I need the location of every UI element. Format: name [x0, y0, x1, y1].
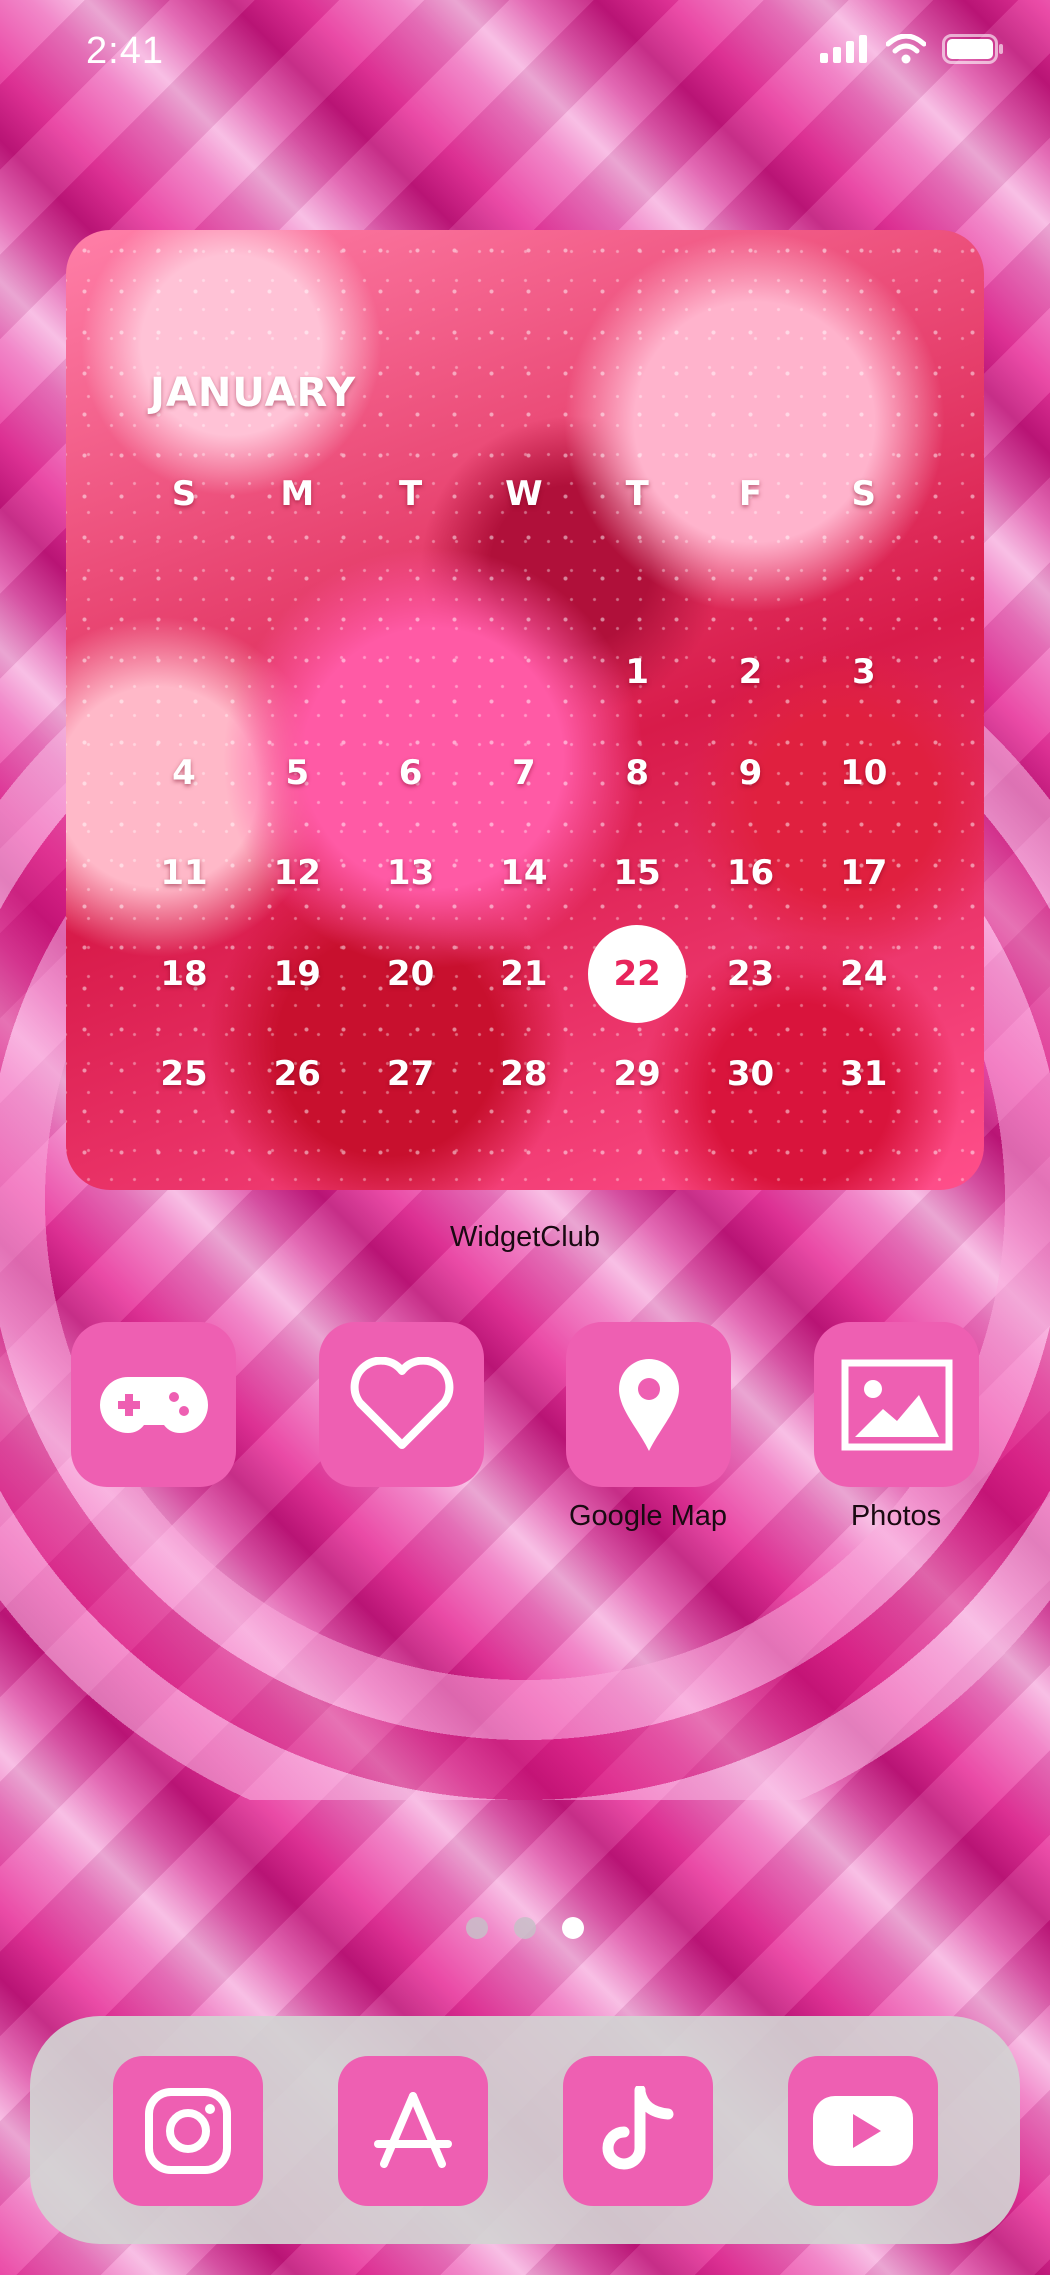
calendar-day: 11 [160, 853, 208, 893]
calendar-day: 8 [625, 752, 650, 793]
calendar-day: 24 [840, 953, 888, 994]
dock-app-store[interactable] [338, 2056, 488, 2206]
app-heart[interactable] [319, 1322, 484, 1487]
page-indicator[interactable] [0, 1917, 1050, 1939]
battery-icon [942, 34, 1003, 64]
clock-time: 2:41 [86, 30, 164, 72]
calendar-day: 13 [386, 853, 435, 893]
calendar-day: 26 [273, 1054, 321, 1094]
calendar-day: 31 [840, 1054, 888, 1094]
calendar-day: 17 [840, 853, 888, 893]
calendar-day: 12 [273, 853, 321, 893]
calendar-day: 3 [851, 652, 876, 692]
tiktok-icon [602, 2086, 674, 2170]
calendar-day: 5 [285, 752, 310, 793]
calendar-day: 14 [500, 853, 548, 893]
calendar-day: 28 [500, 1054, 548, 1094]
calendar-day: 19 [273, 953, 321, 994]
weekday-label: S [171, 474, 197, 514]
status-bar: 2:41 [0, 0, 1050, 110]
calendar-day: 9 [738, 752, 763, 793]
page-dot[interactable] [514, 1917, 536, 1939]
calendar-day: 23 [726, 953, 775, 994]
calendar-day-today: 22 [588, 924, 687, 1023]
page-dot[interactable] [466, 1917, 488, 1939]
calendar-day: 25 [160, 1054, 208, 1094]
youtube-icon [813, 2096, 913, 2166]
dock-app-youtube[interactable] [788, 2056, 938, 2206]
weekday-label: W [505, 474, 543, 514]
calendar-day: 2 [738, 652, 763, 692]
calendar-day: 21 [500, 953, 548, 994]
calendar-day: 27 [386, 1054, 435, 1094]
app-gamepad[interactable] [71, 1322, 236, 1487]
calendar-day: 10 [840, 752, 888, 793]
weekday-label: S [851, 474, 877, 514]
widget-label: WidgetClub [450, 1221, 600, 1253]
calendar-day: 1 [625, 652, 650, 692]
app-label-photos: Photos [850, 1500, 942, 1532]
calendar-widget[interactable]: JANUARY S M T W T F S 1 2 3 4 5 6 7 8 9 10 11 12 13 14 15 16 17… [66, 230, 984, 1190]
app-store-icon [374, 2092, 452, 2168]
calendar-day: 30 [726, 1054, 775, 1094]
calendar-month: JANUARY [150, 370, 357, 416]
dock-app-tiktok[interactable] [563, 2056, 713, 2206]
weekday-label: T [625, 474, 649, 514]
calendar-day: 15 [613, 853, 661, 893]
weekday-label: M [280, 474, 315, 514]
calendar-day: 20 [386, 953, 435, 994]
calendar-day: 29 [613, 1054, 661, 1094]
weekday-label: T [398, 474, 423, 514]
wifi-icon [886, 34, 926, 64]
weekday-label: F [738, 474, 763, 514]
app-google-map[interactable] [566, 1322, 731, 1487]
heart-icon [350, 1356, 453, 1449]
app-label-google-map: Google Map [569, 1500, 727, 1532]
instagram-icon [145, 2088, 231, 2174]
calendar-day: 16 [726, 853, 775, 893]
photo-icon [841, 1359, 952, 1450]
calendar-day: 18 [160, 953, 208, 994]
app-photos[interactable] [814, 1322, 979, 1487]
dock-app-instagram[interactable] [113, 2056, 263, 2206]
map-pin-icon [618, 1358, 679, 1451]
signal-icon [820, 35, 867, 63]
calendar-day: 7 [512, 752, 536, 793]
gamepad-icon [99, 1376, 208, 1433]
page-dot-active[interactable] [562, 1917, 584, 1939]
calendar-day: 6 [398, 752, 423, 793]
calendar-day: 4 [172, 752, 196, 793]
dock [30, 2016, 1020, 2244]
